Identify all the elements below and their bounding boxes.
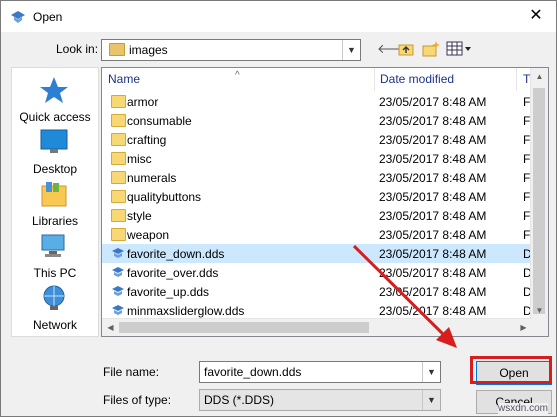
annotation-arrow bbox=[352, 244, 457, 348]
